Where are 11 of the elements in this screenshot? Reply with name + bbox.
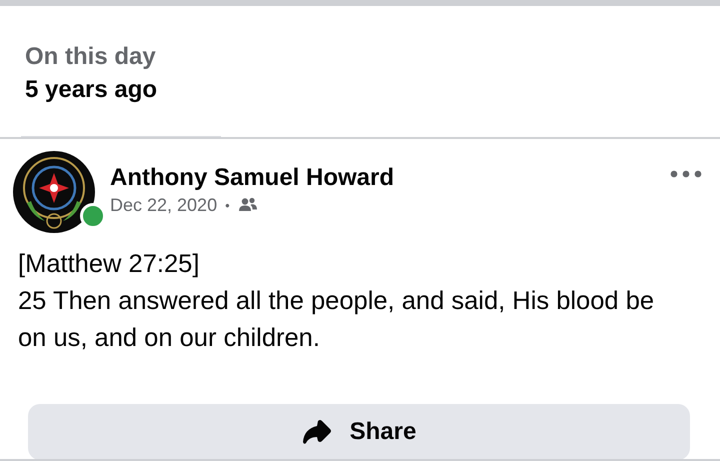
post-text: [Matthew 27:25] (18, 248, 200, 280)
more-options-icon[interactable] (670, 170, 702, 178)
separator-dot: • (225, 198, 230, 213)
post-date[interactable]: Dec 22, 2020 (110, 194, 218, 216)
author-name[interactable]: Anthony Samuel Howard (110, 162, 670, 193)
friends-icon[interactable] (238, 197, 258, 214)
post-text: 25 Then answered all the people, and said, His blood be on us, and on our children. (18, 286, 656, 354)
share-button[interactable]: Share (28, 404, 690, 460)
memory-subtitle: 5 years ago (25, 74, 158, 105)
share-icon (302, 419, 332, 446)
memory-title: On this day (25, 42, 157, 72)
